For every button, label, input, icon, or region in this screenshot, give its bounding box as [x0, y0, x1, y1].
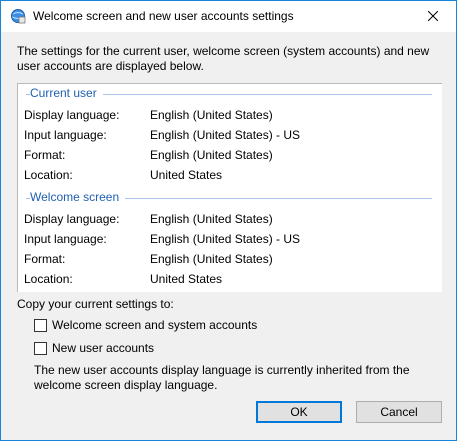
- welcome-format-value: English (United States): [150, 252, 273, 266]
- welcome-input-language-label: Input language:: [24, 232, 107, 246]
- copy-new-user-checkbox-row[interactable]: New user accounts: [34, 341, 154, 355]
- close-button[interactable]: [410, 1, 456, 32]
- current-input-language-value: English (United States) - US: [150, 128, 301, 142]
- new-user-accounts-checkbox[interactable]: [34, 341, 47, 355]
- current-display-language-label: Display language:: [24, 108, 120, 122]
- current-location-label: Location:: [24, 168, 73, 182]
- new-user-accounts-checkbox-label[interactable]: New user accounts: [52, 341, 154, 355]
- current-display-language-value: English (United States): [150, 108, 273, 122]
- current-input-language-label: Input language:: [24, 128, 107, 142]
- copy-settings-label: Copy your current settings to:: [17, 297, 174, 311]
- current-format-label: Format:: [24, 148, 66, 162]
- globe-settings-icon: [10, 8, 26, 24]
- welcome-display-language-label: Display language:: [24, 212, 120, 226]
- welcome-location-value: United States: [150, 272, 223, 286]
- welcome-display-language-value: English (United States): [150, 212, 273, 226]
- cancel-button[interactable]: Cancel: [356, 401, 442, 423]
- current-format-value: English (United States): [150, 148, 273, 162]
- close-icon: [427, 10, 439, 24]
- current-location-value: United States: [150, 168, 223, 182]
- welcome-format-label: Format:: [24, 252, 66, 266]
- welcome-input-language-value: English (United States) - US: [150, 232, 301, 246]
- welcome-screen-checkbox-label[interactable]: Welcome screen and system accounts: [52, 318, 257, 332]
- dialog-window: Welcome screen and new user accounts set…: [0, 0, 457, 441]
- inheritance-note: The new user accounts display language i…: [34, 363, 410, 392]
- copy-welcome-screen-checkbox-row[interactable]: Welcome screen and system accounts: [34, 318, 257, 332]
- intro-text: The settings for the current user, welco…: [17, 44, 430, 73]
- welcome-screen-heading: Welcome screen: [30, 190, 126, 204]
- title-bar[interactable]: Welcome screen and new user accounts set…: [1, 1, 456, 32]
- current-user-heading: Current user: [30, 86, 103, 100]
- window-title: Welcome screen and new user accounts set…: [33, 9, 294, 23]
- welcome-location-label: Location:: [24, 272, 73, 286]
- ok-button[interactable]: OK: [256, 401, 342, 423]
- welcome-screen-checkbox[interactable]: [34, 318, 47, 332]
- settings-panel[interactable]: Current user Display language: English (…: [17, 83, 442, 292]
